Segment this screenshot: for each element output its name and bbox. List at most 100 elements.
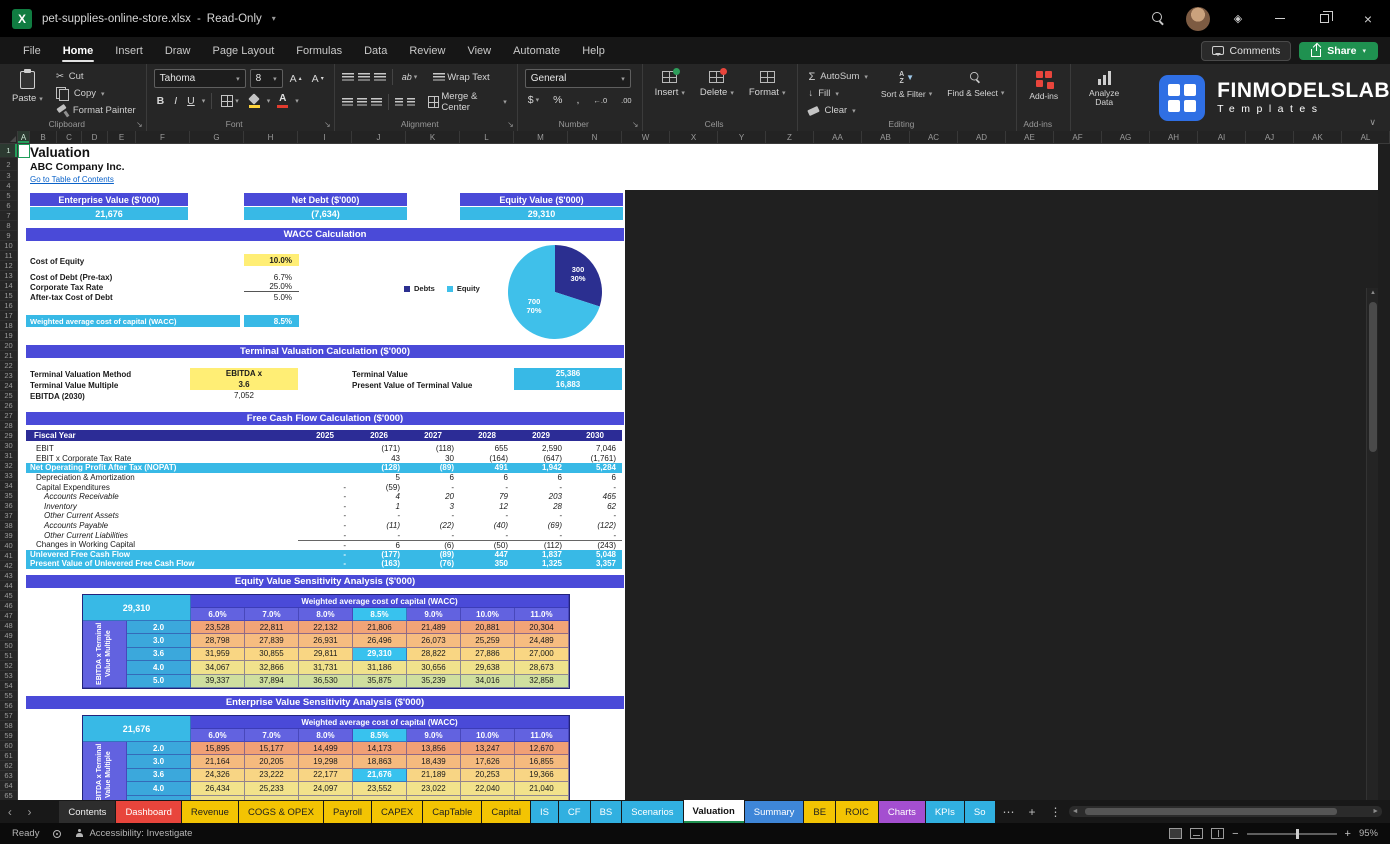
sheet-tab-cogs-opex[interactable]: COGS & OPEX [239,801,323,823]
row-header-63[interactable]: 63 [0,771,17,781]
row-header-33[interactable]: 33 [0,471,17,481]
find-select-button[interactable]: Find & Select▾ [942,69,1009,100]
align-left-icon[interactable] [342,98,353,107]
italic-button[interactable]: I [171,94,180,108]
row-header-34[interactable]: 34 [0,481,17,491]
column-header-G[interactable]: G [190,131,244,143]
fcf-cell-capital-expenditures-2026[interactable]: (59) [352,483,406,492]
increase-decimal-button[interactable]: .00 [618,95,634,106]
menu-tab-file[interactable]: File [12,37,52,64]
sheet-tab-dashboard[interactable]: Dashboard [116,801,180,823]
wacc-label-after-tax-cost-of-debt[interactable]: After-tax Cost of Debt [30,293,113,302]
equity-sens-table-cell-2.0-8.0%[interactable]: 22,132 [299,621,353,634]
row-header-56[interactable]: 56 [0,701,17,711]
fcf-cell-changes-in-working-capital-2026[interactable]: 6 [352,540,406,550]
ev-sens-table-cell-3.0-8.0%[interactable]: 19,298 [299,755,353,768]
fcf-cell-other-current-assets-2026[interactable]: - [352,511,406,520]
font-color-button[interactable]: A [274,93,291,109]
ev-sens-table-cell-3.6-9.0%[interactable]: 21,189 [407,769,461,782]
ev-sens-table-cell-3.6-7.0%[interactable]: 23,222 [245,769,299,782]
fcf-cell-other-current-liabilities-2030[interactable]: - [568,531,622,540]
tab-options-button[interactable]: ⋮ [1043,805,1069,819]
column-header-Y[interactable]: Y [718,131,766,143]
ev-sens-table-cell-4.0-6.0%[interactable]: 26,434 [191,782,245,795]
equity-sens-table-corner-value[interactable]: 29,310 [83,595,191,621]
scroll-right-arrow[interactable]: ► [1372,808,1379,815]
row-header-51[interactable]: 51 [0,651,17,661]
vertical-scrollbar[interactable]: ▲ ▼ [1366,288,1378,800]
insert-cells-button[interactable]: Insert▾ [650,69,690,100]
align-bottom-icon[interactable] [374,73,386,82]
row-header-62[interactable]: 62 [0,761,17,771]
row-header-12[interactable]: 12 [0,261,17,271]
fcf-cell-unlevered-free-cash-flow-2025[interactable]: - [298,550,352,559]
underline-button[interactable]: U [184,94,198,108]
share-button[interactable]: Share ▾ [1299,42,1378,60]
fcf-cell-accounts-receivable-2026[interactable]: 4 [352,492,406,501]
fcf-cell-present-value-of-unlevered-free-cash-flow-2029[interactable]: 1,325 [514,559,568,568]
sheet-tab-be[interactable]: BE [804,801,835,823]
equity-sens-table-cell-3.0-10.0%[interactable]: 25,259 [461,634,515,647]
fcf-cell-accounts-receivable-2030[interactable]: 465 [568,492,622,501]
fcf-cell-net-operating-profit-after-tax-nopat-2026[interactable]: (128) [352,463,406,472]
format-painter-button[interactable]: Format Painter [53,103,139,118]
row-header-18[interactable]: 18 [0,321,17,331]
column-header-I[interactable]: I [298,131,352,143]
fcf-cell-unlevered-free-cash-flow-2027[interactable]: (89) [406,550,460,559]
analyze-data-button[interactable]: Analyze Data [1078,69,1130,110]
column-header-L[interactable]: L [460,131,514,143]
row-header-43[interactable]: 43 [0,571,17,581]
fcf-cell-present-value-of-unlevered-free-cash-flow-2028[interactable]: 350 [460,559,514,568]
row-header-42[interactable]: 42 [0,561,17,571]
equity-sens-table-cell-3.6-8.5%[interactable]: 29,310 [353,648,407,661]
column-header-W[interactable]: W [622,131,670,143]
row-header-49[interactable]: 49 [0,631,17,641]
row-header-27[interactable]: 27 [0,411,17,421]
equity-sens-table-cell-3.0-8.0%[interactable]: 26,931 [299,634,353,647]
column-header-AB[interactable]: AB [862,131,910,143]
equity-sens-table-row-label-3.6[interactable]: 3.6 [127,648,191,661]
sheet-canvas[interactable]: Valuation ABC Company Inc. Go to Table o… [18,144,1378,800]
row-header-20[interactable]: 20 [0,341,17,351]
ev-sens-table-cell-2.0-9.0%[interactable]: 13,856 [407,742,461,755]
fcf-cell-present-value-of-unlevered-free-cash-flow-2030[interactable]: 3,357 [568,559,622,568]
column-header-B[interactable]: B [30,131,57,143]
ev-sens-table-cell-4.0-8.0%[interactable]: 24,097 [299,782,353,795]
fcf-cell-unlevered-free-cash-flow-2026[interactable]: (177) [352,550,406,559]
fcf-label-net-operating-profit-after-tax-nopat[interactable]: Net Operating Profit After Tax (NOPAT) [26,463,298,472]
fiscal-year-2030[interactable]: 2030 [568,431,622,440]
ev-sens-table-cell-2.0-11.0%[interactable]: 12,670 [515,742,569,755]
row-header-22[interactable]: 22 [0,361,17,371]
decrease-indent-icon[interactable] [395,98,403,107]
wacc-value-corporate-tax-rate[interactable]: 25.0% [244,282,299,292]
equity-sens-table-cell-5.0-11.0%[interactable]: 32,858 [515,675,569,688]
ev-sens-table-cell-3.0-6.0%[interactable]: 21,164 [191,755,245,768]
fcf-cell-other-current-liabilities-2029[interactable]: - [514,531,568,540]
fcf-cell-ebit-2029[interactable]: 2,590 [514,444,568,453]
equity-sens-table-cell-5.0-10.0%[interactable]: 34,016 [461,675,515,688]
fcf-cell-ebit-x-corporate-tax-rate-2029[interactable]: (647) [514,454,568,463]
fcf-cell-ebit-x-corporate-tax-rate-2028[interactable]: (164) [460,454,514,463]
wacc-value-after-tax-cost-of-debt[interactable]: 5.0% [244,292,299,302]
sheet-tab-cf[interactable]: CF [559,801,590,823]
fcf-cell-other-current-assets-2025[interactable]: - [298,511,352,520]
column-header-F[interactable]: F [136,131,190,143]
column-header-N[interactable]: N [568,131,622,143]
copy-button[interactable]: Copy▾ [53,86,139,101]
row-header-55[interactable]: 55 [0,691,17,701]
wacc-label-corporate-tax-rate[interactable]: Corporate Tax Rate [30,283,103,292]
ev-sens-table-cell-4.0-10.0%[interactable]: 22,040 [461,782,515,795]
fcf-label-unlevered-free-cash-flow[interactable]: Unlevered Free Cash Flow [26,550,298,559]
fcf-cell-accounts-payable-2028[interactable]: (40) [460,521,514,530]
row-header-54[interactable]: 54 [0,681,17,691]
restore-button[interactable] [1302,0,1346,37]
equity-sens-table-row-label-5.0[interactable]: 5.0 [127,675,191,688]
ev-sens-table-cell-3.0-10.0%[interactable]: 17,626 [461,755,515,768]
fcf-cell-capital-expenditures-2028[interactable]: - [460,483,514,492]
row-header-32[interactable]: 32 [0,461,17,471]
clear-button[interactable]: Clear▾ [805,103,870,118]
fcf-cell-other-current-assets-2029[interactable]: - [514,511,568,520]
equity-sens-table-col-8.0%[interactable]: 8.0% [299,608,353,621]
value-box-header-enterprise-value-000[interactable]: Enterprise Value ($'000) [30,193,188,206]
equity-sens-table-cell-3.0-7.0%[interactable]: 27,839 [245,634,299,647]
